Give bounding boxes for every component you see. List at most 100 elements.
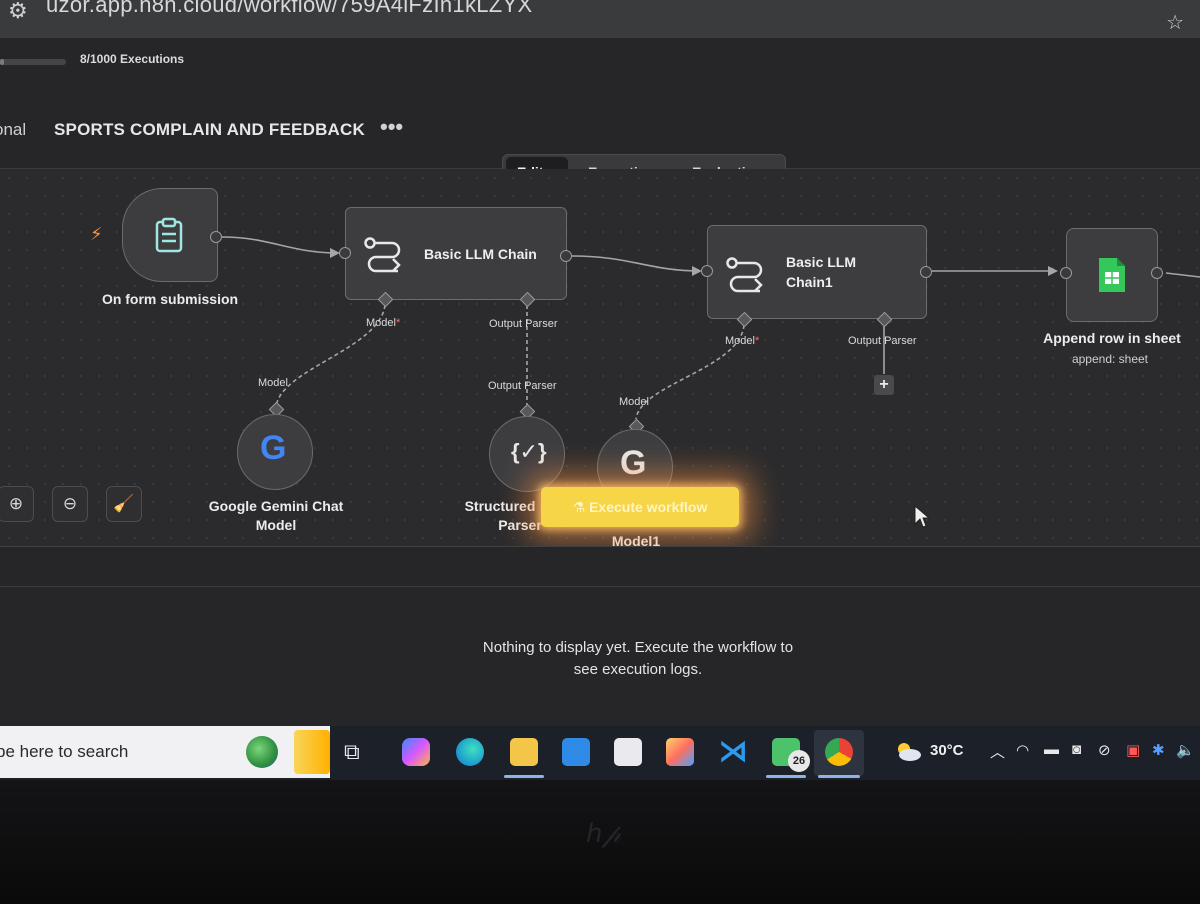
edge-icon[interactable] (456, 738, 484, 766)
bluetooth-icon[interactable]: ✱ (1152, 741, 1165, 759)
tidy-up-button[interactable]: 🧹 (106, 486, 142, 522)
search-highlight-icon (246, 736, 278, 768)
chrome-active-indicator (818, 775, 860, 778)
google-g-icon: G (620, 444, 647, 482)
temperature[interactable]: 30°C (930, 742, 964, 759)
logs-panel: Nothing to display yet. Execute the work… (0, 546, 1200, 727)
trigger-accent-icon: ⚡ (90, 224, 103, 244)
zoom-in-button[interactable]: ⊕ (0, 486, 34, 522)
file-explorer-icon[interactable] (510, 738, 538, 766)
node-basic-llm-chain1[interactable]: Basic LLM Chain1 (707, 225, 927, 319)
port-label-gemini2-model: Model (619, 396, 649, 408)
more-options-icon[interactable]: ••• (380, 114, 403, 140)
port-label-gemini1-model: Model (258, 377, 288, 389)
google-g-icon: G (260, 429, 287, 467)
execute-workflow-button[interactable]: ⚗ Execute workflow (541, 487, 739, 527)
chevron-up-icon[interactable]: ︿ (990, 741, 1005, 762)
node-label-line-2: Model (255, 517, 297, 533)
structured-json-icon: {✓} (511, 439, 547, 464)
taskbar-search[interactable]: pe here to search (0, 726, 330, 778)
node-basic-llm-chain[interactable]: Basic LLM Chain (345, 207, 567, 300)
handle-chain1-out[interactable] (560, 250, 572, 262)
required-mark: * (395, 317, 401, 329)
taskbar: pe here to search ⧉ ⋊ 26 30°C ︿ ◠ ▬ ◙ ⊘ … (0, 726, 1200, 780)
copilot-icon[interactable] (402, 738, 430, 766)
node-title-line-2: Chain1 (786, 274, 833, 290)
tune-icon[interactable]: ⚙ (8, 0, 28, 24)
execution-usage-bar: 8/1000 Executions (0, 38, 1200, 93)
file-explorer-active-indicator (504, 775, 544, 778)
llm-chain-icon (726, 257, 763, 293)
address-bar[interactable]: ⚙ uzor.app.n8n.cloud/workflow/759A4iFzIn… (0, 0, 1200, 39)
node-label-google-gemini-chat-model: Google Gemini Chat Model (186, 497, 366, 535)
node-subtitle-append-sheet: append: sheet (1071, 352, 1149, 366)
laptop-logo: ℎ𝓅 (586, 818, 622, 848)
search-highlight-glow (294, 730, 330, 774)
add-output-parser-button[interactable]: + (874, 375, 894, 395)
mail-icon[interactable] (562, 738, 590, 766)
handle-sheet-out[interactable] (1151, 267, 1163, 279)
breadcrumb-project[interactable]: onal (0, 120, 26, 140)
sheets-active-indicator (766, 775, 806, 778)
connection-chain1-to-chain2 (571, 255, 701, 272)
node-label-append-row-in-sheet: Append row in sheet (1043, 330, 1181, 346)
google-sheets-icon (1099, 258, 1125, 292)
logs-empty-message: Nothing to display yet. Execute the work… (482, 639, 794, 678)
execution-progress-fill (0, 59, 5, 65)
port-label-chain2-parser: Output Parser (848, 335, 917, 347)
wifi-icon[interactable]: ◠ (1016, 741, 1029, 759)
required-mark: * (754, 335, 760, 347)
vscode-icon[interactable]: ⋊ (718, 734, 748, 769)
connection-sheet-out (1165, 272, 1200, 278)
port-label-text: Model (725, 335, 755, 347)
node-label-line-1: Google Gemini Chat (208, 498, 344, 514)
handle-chain1-in[interactable] (339, 247, 351, 259)
node-title-basic-llm-chain1: Basic LLM Chain1 (786, 252, 856, 292)
handle-sheet-in[interactable] (1060, 267, 1072, 279)
port-label-chain1-model: Model* (366, 317, 400, 329)
execute-workflow-label: Execute workflow (589, 499, 708, 515)
clipboard-icon (155, 217, 183, 253)
connection-trigger-to-chain1 (221, 236, 339, 254)
execution-progress-track (0, 59, 66, 65)
screen: ⚙ uzor.app.n8n.cloud/workflow/759A4iFzIn… (0, 0, 1200, 780)
volume-icon[interactable]: 🔈 (1176, 741, 1195, 759)
mouse-cursor-icon (914, 505, 930, 528)
workflow-name[interactable]: SPORTS COMPLAIN AND FEEDBACK (54, 120, 365, 140)
flask-icon: ⚗ (572, 499, 590, 515)
node-title-line-1: Basic LLM (786, 254, 857, 270)
node-title-basic-llm-chain: Basic LLM Chain (424, 246, 537, 262)
node-label-on-form-submission: On form submission (101, 291, 239, 307)
llm-chain-icon (364, 237, 401, 273)
search-placeholder: pe here to search (0, 742, 129, 761)
star-icon[interactable]: ☆ (1166, 10, 1184, 35)
chrome-icon[interactable] (825, 738, 853, 766)
port-label-chain1-parser: Output Parser (489, 318, 558, 330)
handle-chain2-in[interactable] (701, 265, 713, 277)
execution-usage-label: 8/1000 Executions (80, 52, 185, 66)
logs-divider (0, 586, 1200, 587)
handle-chain2-out[interactable] (920, 266, 932, 278)
task-view-icon[interactable]: ⧉ (344, 739, 360, 765)
arrow-head-3 (1048, 266, 1058, 276)
node-structured-output-parser[interactable]: {✓} (489, 416, 565, 492)
url-text[interactable]: uzor.app.n8n.cloud/workflow/759A4iFzIn1k… (46, 0, 532, 18)
laptop-bezel: ℎ𝓅 (0, 780, 1200, 904)
node-google-gemini-chat-model[interactable]: G (237, 414, 313, 490)
notification-badge: 26 (788, 750, 810, 772)
port-label-chain2-model: Model* (725, 335, 759, 347)
zoom-out-button[interactable]: ⊖ (52, 486, 88, 522)
camera-off-icon[interactable]: ⊘ (1098, 741, 1111, 759)
battery-icon[interactable]: ▬ (1044, 741, 1059, 758)
webcam-icon[interactable]: ◙ (1072, 741, 1081, 758)
port-label-parser-output: Output Parser (488, 380, 557, 392)
handle-trigger-out[interactable] (210, 231, 222, 243)
weather-icon (898, 743, 921, 761)
workflow-canvas[interactable]: ⚡ On form submission Basic LLM Chain Mod… (0, 169, 1200, 549)
node-on-form-submission[interactable] (122, 188, 218, 282)
security-icon[interactable]: ▣ (1126, 741, 1140, 759)
store-icon[interactable] (614, 738, 642, 766)
port-label-text: Model (366, 317, 396, 329)
node-append-row-in-sheet[interactable] (1066, 228, 1158, 322)
photos-icon[interactable] (666, 738, 694, 766)
